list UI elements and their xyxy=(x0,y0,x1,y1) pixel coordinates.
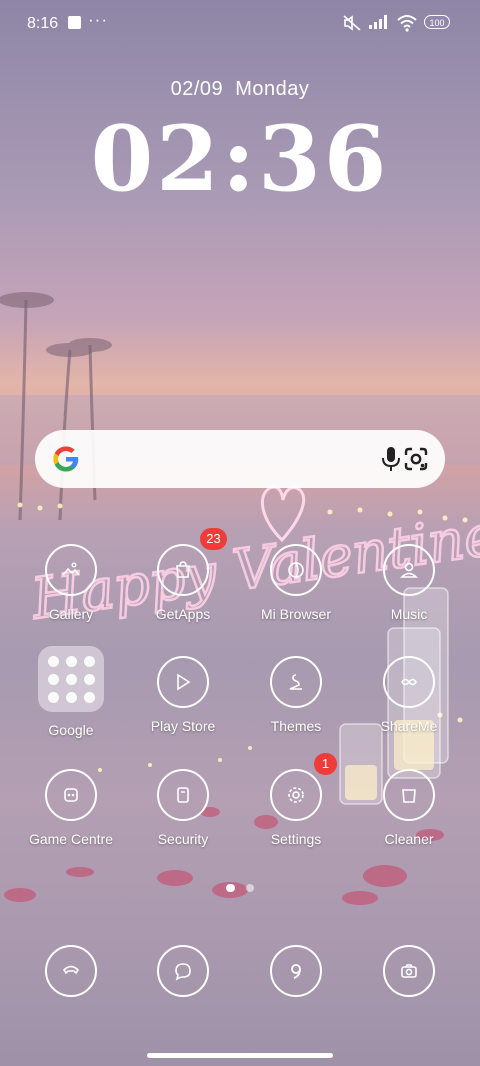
app-play-store[interactable]: Play Store xyxy=(128,656,238,734)
app-label: Themes xyxy=(270,718,322,734)
notification-icon xyxy=(68,16,81,29)
app-game-centre[interactable]: Game Centre xyxy=(16,769,126,847)
lockclock-date-row[interactable]: 02/09 Monday xyxy=(0,78,480,101)
getapps-icon xyxy=(157,544,209,596)
home-gesture-bar[interactable] xyxy=(147,1053,333,1058)
app-label: Settings xyxy=(270,831,322,847)
google-folder-icon xyxy=(38,646,104,712)
notification-badge: 1 xyxy=(314,753,337,775)
google-logo-icon xyxy=(53,446,79,472)
weekday: Monday xyxy=(235,78,310,100)
date: 02/09 xyxy=(170,78,224,100)
app-cleaner[interactable]: Cleaner xyxy=(354,769,464,847)
page-indicator[interactable] xyxy=(246,884,254,892)
cleaner-icon xyxy=(383,769,435,821)
status-time: 8:16 xyxy=(27,15,59,32)
shareme-icon xyxy=(383,656,435,708)
browser-icon xyxy=(270,945,322,997)
app-label: Game Centre xyxy=(28,831,114,847)
signal-icon xyxy=(369,15,387,29)
google-lens-icon[interactable] xyxy=(403,446,429,472)
app-label: Google xyxy=(48,722,94,738)
app-label: Play Store xyxy=(150,718,216,734)
folder-google[interactable]: Google xyxy=(16,646,126,738)
app-label: Gallery xyxy=(48,606,94,622)
game-centre-icon xyxy=(45,769,97,821)
app-label: Security xyxy=(157,831,209,847)
app-label: GetApps xyxy=(155,606,211,622)
browser-icon xyxy=(270,544,322,596)
page-indicator-active[interactable] xyxy=(226,884,235,892)
voice-search-mic-icon[interactable] xyxy=(380,446,402,472)
dock-messages[interactable] xyxy=(128,945,238,997)
clock-time[interactable]: 02:36 xyxy=(0,106,480,212)
camera-icon xyxy=(383,945,435,997)
battery-icon: 100 xyxy=(424,15,450,29)
music-icon xyxy=(383,544,435,596)
gallery-icon xyxy=(45,544,97,596)
app-getapps[interactable]: GetApps xyxy=(128,544,238,622)
app-gallery[interactable]: Gallery xyxy=(16,544,126,622)
themes-icon xyxy=(270,656,322,708)
more-notifications-icon: ··· xyxy=(88,10,108,29)
google-search-bar[interactable] xyxy=(35,430,445,488)
dock-phone[interactable] xyxy=(16,945,126,997)
settings-icon xyxy=(270,769,322,821)
notification-badge: 23 xyxy=(200,528,227,550)
app-settings[interactable]: Settings xyxy=(241,769,351,847)
app-label: Music xyxy=(390,606,428,622)
status-bar: 8:16 ··· 100 xyxy=(0,0,480,48)
mute-icon xyxy=(343,15,361,31)
wifi-icon xyxy=(397,15,417,32)
security-icon xyxy=(157,769,209,821)
app-security[interactable]: Security xyxy=(128,769,238,847)
phone-icon xyxy=(45,945,97,997)
app-label: Cleaner xyxy=(384,831,434,847)
app-mi-browser[interactable]: Mi Browser xyxy=(241,544,351,622)
play-store-icon xyxy=(157,656,209,708)
app-label: ShareMe xyxy=(380,718,438,734)
dock-browser[interactable] xyxy=(241,945,351,997)
dock-camera[interactable] xyxy=(354,945,464,997)
app-music[interactable]: Music xyxy=(354,544,464,622)
app-shareme[interactable]: ShareMe xyxy=(354,656,464,734)
messages-icon xyxy=(157,945,209,997)
app-themes[interactable]: Themes xyxy=(241,656,351,734)
app-label: Mi Browser xyxy=(260,606,331,622)
